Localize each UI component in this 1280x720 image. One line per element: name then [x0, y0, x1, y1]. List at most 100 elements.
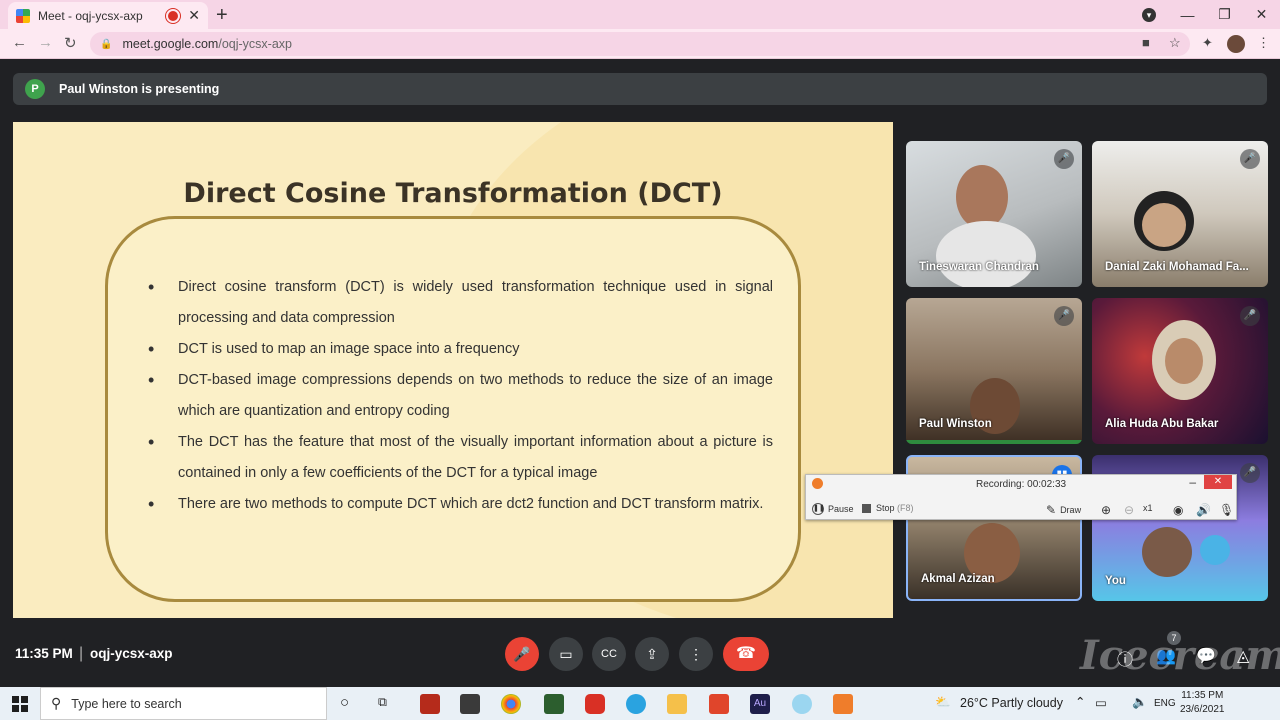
menu-icon[interactable]: ⋮: [1257, 35, 1270, 51]
stop-icon: [862, 503, 871, 513]
meeting-code: oqj-ycsx-axp: [90, 646, 173, 661]
icecream-watermark: Icecream: [1080, 632, 1280, 679]
slide-bullets: Direct cosine transform (DCT) is widely …: [148, 272, 773, 520]
show-hidden-icons-icon[interactable]: ⌃: [1075, 694, 1085, 709]
draw-button[interactable]: ✎ Draw: [1046, 503, 1081, 517]
office-icon[interactable]: [709, 694, 729, 714]
microphone-icon[interactable]: 🎙: [1219, 503, 1234, 517]
mic-off-icon: 🎤: [1240, 463, 1260, 483]
zoom-in-icon[interactable]: ⊕: [1101, 503, 1111, 517]
weather-text[interactable]: 26°C Partly cloudy: [960, 696, 1063, 710]
lock-icon[interactable]: 🔒: [100, 39, 112, 50]
mic-off-icon: 🎤: [513, 646, 531, 662]
hang-up-icon: ☎: [736, 645, 756, 662]
icecream-recorder-icon[interactable]: [833, 694, 853, 714]
url-field[interactable]: 🔒 meet.google.com/oqj-ycsx-axp: [90, 32, 1190, 56]
url-host: meet.google.com: [122, 37, 219, 51]
active-speaker-bar: [906, 440, 1082, 444]
weather-icon: ⛅: [935, 695, 951, 709]
minimize-button[interactable]: —: [1169, 7, 1206, 23]
volume-icon[interactable]: 🔈: [1132, 695, 1148, 710]
task-view-icon[interactable]: ⧉: [378, 695, 387, 710]
draw-label: Draw: [1060, 505, 1082, 515]
bookmark-star-icon[interactable]: ☆: [1169, 35, 1181, 51]
extensions-icon[interactable]: ✦: [1202, 35, 1213, 51]
audition-icon[interactable]: Au: [750, 694, 770, 714]
recorder-close-button[interactable]: ✕: [1204, 475, 1232, 489]
meet-favicon-icon: [16, 8, 30, 23]
camera-in-use-icon[interactable]: ■: [1142, 35, 1150, 50]
mic-off-icon: 🎤: [1054, 149, 1074, 169]
tab-title: Meet - oqj-ycsx-axp: [38, 8, 143, 23]
presenting-text: Paul Winston is presenting: [59, 82, 220, 96]
participant-video: [1142, 527, 1192, 577]
participant-tile[interactable]: 🎤 Tineswaran Chandran: [906, 141, 1082, 287]
slide-title: Direct Cosine Transformation (DCT): [183, 178, 723, 209]
tab-search-icon[interactable]: ▾: [1142, 8, 1156, 22]
recorder-minimize-button[interactable]: –: [1189, 475, 1196, 489]
zoom-level: x1: [1143, 503, 1153, 513]
new-tab-button[interactable]: +: [216, 4, 228, 27]
language-indicator[interactable]: ENG: [1154, 698, 1176, 709]
pause-button[interactable]: ❚❚ Pause: [812, 503, 854, 515]
camera-toggle-button[interactable]: ▭: [549, 637, 583, 671]
system-clock[interactable]: 11:35 PM 23/6/2021: [1180, 689, 1225, 717]
windows-start-icon[interactable]: [12, 696, 28, 712]
slide-bullet: Direct cosine transform (DCT) is widely …: [148, 272, 773, 334]
more-options-button[interactable]: ⋮: [679, 637, 713, 671]
window-close-button[interactable]: ✕: [1243, 6, 1280, 23]
participant-video: [956, 165, 1008, 229]
taskbar-search-field[interactable]: ⚲ Type here to search: [40, 687, 327, 720]
app-icon-red[interactable]: [420, 694, 440, 714]
system-time: 11:35 PM: [1181, 690, 1224, 701]
zoom-out-icon[interactable]: ⊖: [1124, 503, 1134, 517]
divider: |: [79, 645, 84, 662]
reload-icon[interactable]: ↻: [64, 34, 77, 52]
participant-tile[interactable]: 🎤 Danial Zaki Mohamad Fa...: [1092, 141, 1268, 287]
sticky-notes-icon[interactable]: [544, 694, 564, 714]
recorder-logo-icon: [812, 478, 823, 489]
system-date: 23/6/2021: [1180, 704, 1225, 715]
speaker-icon[interactable]: 🔊: [1196, 503, 1211, 517]
whatsapp-icon[interactable]: [585, 694, 605, 714]
address-bar: ← → ↻ 🔒 meet.google.com/oqj-ycsx-axp ■ ☆…: [0, 29, 1280, 59]
present-icon: ⇪: [646, 646, 658, 662]
profile-avatar[interactable]: [1227, 35, 1245, 53]
participant-name: Paul Winston: [919, 418, 992, 430]
presenting-banner: P Paul Winston is presenting: [13, 73, 1267, 105]
participant-video-face: [1165, 338, 1203, 384]
leave-call-button[interactable]: ☎: [723, 637, 769, 671]
mic-toggle-button[interactable]: 🎤: [505, 637, 539, 671]
telegram-icon[interactable]: [626, 694, 646, 714]
camera-icon: ▭: [559, 646, 573, 662]
forward-icon[interactable]: →: [38, 34, 53, 51]
slide-bullet: There are two methods to compute DCT whi…: [148, 489, 773, 520]
participant-tile[interactable]: 🎤 Paul Winston: [906, 298, 1082, 444]
presenter-avatar: P: [25, 79, 45, 99]
present-button[interactable]: ⇪: [635, 637, 669, 671]
mic-off-icon: 🎤: [1054, 306, 1074, 326]
participant-video-mascot: [1200, 535, 1230, 565]
tab-close-icon[interactable]: ✕: [188, 7, 200, 24]
participant-name: You: [1105, 575, 1126, 587]
recording-indicator-icon: [168, 10, 179, 21]
browser-tabstrip: Meet - oqj-ycsx-axp ✕ + ▾ — ❐ ✕: [0, 0, 1280, 29]
presentation-slide: Direct Cosine Transformation (DCT) Direc…: [13, 122, 893, 618]
captions-button[interactable]: CC: [592, 637, 626, 671]
cortana-icon[interactable]: ○: [340, 694, 349, 711]
network-icon[interactable]: ▭: [1095, 695, 1107, 710]
back-icon[interactable]: ←: [12, 34, 27, 51]
stop-shortcut: (F8): [897, 503, 914, 513]
participant-tile[interactable]: 🎤 Alia Huda Abu Bakar: [1092, 298, 1268, 444]
chrome-icon[interactable]: [501, 694, 521, 714]
participant-video-face: [1142, 203, 1186, 247]
webcam-icon[interactable]: ◉: [1173, 503, 1183, 517]
app-icon-blue[interactable]: [792, 694, 812, 714]
maximize-button[interactable]: ❐: [1206, 6, 1243, 23]
window-controls: — ❐ ✕: [1169, 0, 1280, 29]
participant-video-body: [936, 221, 1036, 287]
store-icon[interactable]: [460, 694, 480, 714]
file-explorer-icon[interactable]: [667, 694, 687, 714]
stop-button[interactable]: Stop (F8): [862, 503, 914, 513]
browser-tab[interactable]: Meet - oqj-ycsx-axp ✕: [8, 2, 208, 29]
